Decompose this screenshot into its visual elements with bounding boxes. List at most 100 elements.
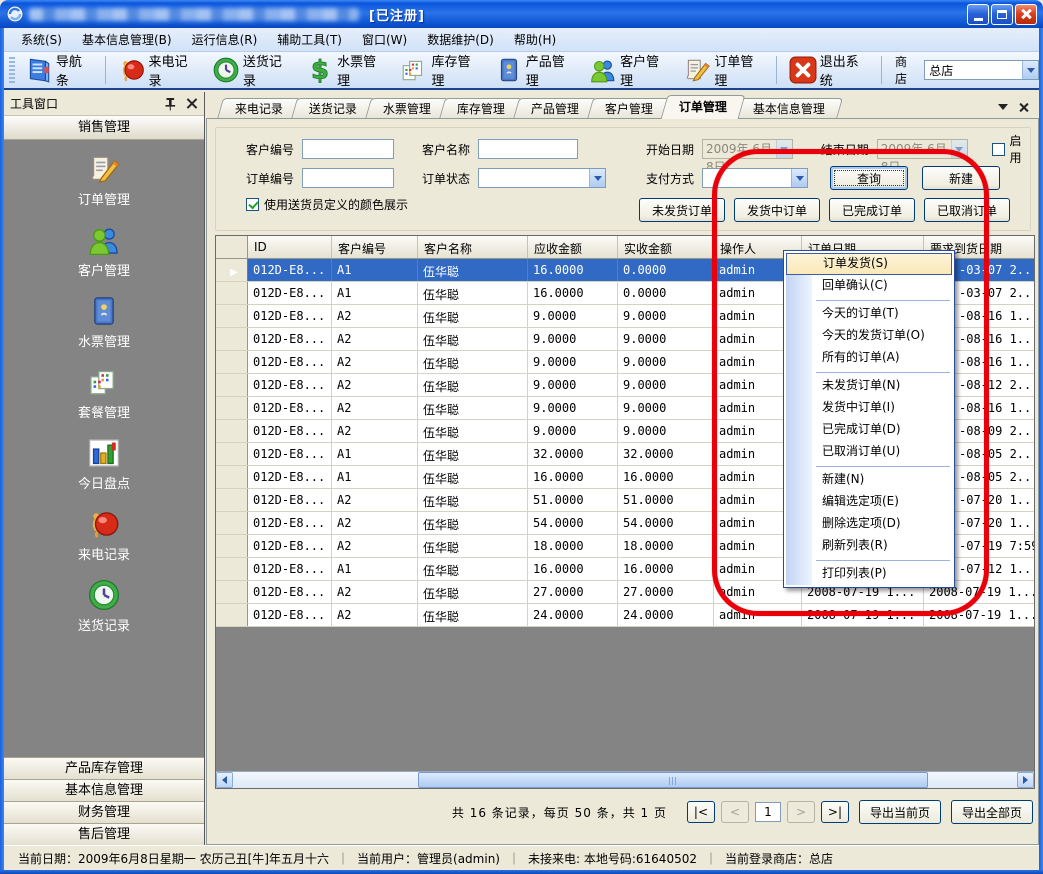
scrollbar-track[interactable] bbox=[233, 772, 1017, 788]
export-current-page-button[interactable]: 导出当前页 bbox=[859, 800, 941, 824]
context-menu-item-12[interactable]: 新建(N) bbox=[786, 469, 952, 491]
table-cell[interactable]: 伍华聪 bbox=[418, 259, 528, 281]
tab-6[interactable]: 订单管理 bbox=[661, 95, 746, 119]
row-selector-cell[interactable] bbox=[216, 581, 248, 603]
table-cell[interactable]: 伍华聪 bbox=[418, 374, 528, 396]
order-status-combo[interactable] bbox=[478, 168, 606, 188]
menu-item-3[interactable]: 辅助工具(T) bbox=[268, 28, 351, 51]
prev-page-button[interactable]: < bbox=[721, 801, 749, 823]
minimize-button[interactable] bbox=[967, 4, 989, 25]
table-cell[interactable]: 012D-E8... bbox=[248, 305, 332, 327]
table-cell[interactable]: 伍华聪 bbox=[418, 443, 528, 465]
context-menu-item-17[interactable]: 打印列表(P) bbox=[786, 563, 952, 585]
table-cell[interactable]: 9.0000 bbox=[528, 374, 618, 396]
last-page-button[interactable]: >| bbox=[821, 801, 849, 823]
context-menu-item-3[interactable]: 今天的订单(T) bbox=[786, 303, 952, 325]
status-filter-button-0[interactable]: 未发货订单 bbox=[639, 198, 725, 222]
row-selector-cell[interactable] bbox=[216, 282, 248, 304]
customer-no-input[interactable] bbox=[302, 139, 394, 159]
tab-3[interactable]: 库存管理 bbox=[439, 98, 523, 119]
table-cell[interactable]: admin bbox=[714, 604, 802, 626]
sidebar-group-sales[interactable]: 销售管理 bbox=[4, 116, 204, 140]
chevron-down-icon[interactable] bbox=[951, 140, 967, 158]
row-selector-cell[interactable] bbox=[216, 305, 248, 327]
table-cell[interactable]: 012D-E8... bbox=[248, 581, 332, 603]
table-cell[interactable]: 9.0000 bbox=[618, 420, 714, 442]
tab-7[interactable]: 基本信息管理 bbox=[735, 98, 843, 119]
context-menu-item-0[interactable]: 订单发货(S) bbox=[786, 253, 952, 275]
context-menu-item-8[interactable]: 发货中订单(I) bbox=[786, 397, 952, 419]
table-cell[interactable]: 24.0000 bbox=[618, 604, 714, 626]
menu-item-0[interactable]: 系统(S) bbox=[12, 28, 71, 51]
sidebar-item-2[interactable]: 水票管理 bbox=[34, 294, 174, 350]
table-cell[interactable]: 伍华聪 bbox=[418, 420, 528, 442]
toolbar-button-clock[interactable]: 送货记录 bbox=[205, 54, 299, 86]
shop-combo[interactable]: 总店 bbox=[924, 60, 1039, 80]
table-cell[interactable]: A2 bbox=[332, 397, 418, 419]
sidebar-group-0[interactable]: 产品库存管理 bbox=[4, 757, 204, 779]
table-cell[interactable]: A1 bbox=[332, 443, 418, 465]
row-selector-cell[interactable] bbox=[216, 558, 248, 580]
table-cell[interactable]: 18.0000 bbox=[528, 535, 618, 557]
row-selector-cell[interactable] bbox=[216, 328, 248, 350]
menu-item-6[interactable]: 帮助(H) bbox=[505, 28, 565, 51]
tab-1[interactable]: 送货记录 bbox=[291, 98, 375, 119]
table-cell[interactable]: 32.0000 bbox=[528, 443, 618, 465]
table-cell[interactable]: 伍华聪 bbox=[418, 535, 528, 557]
toolbar-grip[interactable] bbox=[9, 57, 15, 83]
table-cell[interactable]: 伍华聪 bbox=[418, 512, 528, 534]
table-cell[interactable]: A1 bbox=[332, 282, 418, 304]
context-menu-item-15[interactable]: 刷新列表(R) bbox=[786, 535, 952, 557]
table-cell[interactable]: 伍华聪 bbox=[418, 328, 528, 350]
query-button[interactable]: 查询 bbox=[830, 166, 908, 190]
table-cell[interactable]: A2 bbox=[332, 328, 418, 350]
first-page-button[interactable]: |< bbox=[687, 801, 715, 823]
status-filter-button-1[interactable]: 发货中订单 bbox=[734, 198, 820, 222]
tab-2[interactable]: 水票管理 bbox=[365, 98, 449, 119]
end-date-picker[interactable]: 2009年 6月 8日 bbox=[877, 139, 968, 159]
table-cell[interactable]: A1 bbox=[332, 466, 418, 488]
table-cell[interactable]: 32.0000 bbox=[618, 443, 714, 465]
table-cell[interactable]: 012D-E8... bbox=[248, 397, 332, 419]
scroll-right-icon[interactable] bbox=[1017, 772, 1034, 788]
table-cell[interactable]: 012D-E8... bbox=[248, 374, 332, 396]
table-cell[interactable]: A2 bbox=[332, 351, 418, 373]
sidebar-item-1[interactable]: 客户管理 bbox=[34, 223, 174, 279]
table-cell[interactable]: 012D-E8... bbox=[248, 604, 332, 626]
table-cell[interactable]: 9.0000 bbox=[528, 305, 618, 327]
context-menu-item-10[interactable]: 已取消订单(U) bbox=[786, 441, 952, 463]
table-cell[interactable]: A2 bbox=[332, 420, 418, 442]
menu-item-4[interactable]: 窗口(W) bbox=[353, 28, 416, 51]
table-cell[interactable]: 54.0000 bbox=[528, 512, 618, 534]
table-cell[interactable]: 9.0000 bbox=[618, 328, 714, 350]
table-cell[interactable]: 伍华聪 bbox=[418, 581, 528, 603]
table-cell[interactable]: A2 bbox=[332, 374, 418, 396]
column-header-0[interactable]: ID bbox=[248, 236, 332, 258]
horizontal-scrollbar[interactable] bbox=[216, 771, 1034, 788]
menu-item-5[interactable]: 数据维护(D) bbox=[418, 28, 503, 51]
tool-window-close-icon[interactable] bbox=[185, 97, 198, 110]
table-cell[interactable]: 16.0000 bbox=[528, 259, 618, 281]
table-cell[interactable]: 伍华聪 bbox=[418, 604, 528, 626]
table-cell[interactable]: 9.0000 bbox=[528, 397, 618, 419]
export-all-pages-button[interactable]: 导出全部页 bbox=[951, 800, 1033, 824]
table-cell[interactable]: A2 bbox=[332, 604, 418, 626]
toolbar-button-exit[interactable]: 退出系统 bbox=[782, 54, 876, 86]
context-menu-item-5[interactable]: 所有的订单(A) bbox=[786, 347, 952, 369]
table-cell[interactable]: 16.0000 bbox=[618, 558, 714, 580]
table-cell[interactable]: 012D-E8... bbox=[248, 420, 332, 442]
sidebar-item-0[interactable]: 订单管理 bbox=[34, 152, 174, 208]
row-selector-cell[interactable] bbox=[216, 604, 248, 626]
color-display-checkbox[interactable] bbox=[246, 198, 259, 211]
table-cell[interactable]: 012D-E8... bbox=[248, 351, 332, 373]
page-number-input[interactable] bbox=[755, 802, 781, 822]
table-cell[interactable]: 9.0000 bbox=[618, 351, 714, 373]
column-header-1[interactable]: 客户编号 bbox=[332, 236, 418, 258]
column-header-3[interactable]: 应收金额 bbox=[528, 236, 618, 258]
row-selector-cell[interactable] bbox=[216, 535, 248, 557]
sidebar-group-3[interactable]: 售后管理 bbox=[4, 823, 204, 845]
context-menu-item-4[interactable]: 今天的发货订单(O) bbox=[786, 325, 952, 347]
tab-close-icon[interactable] bbox=[1018, 102, 1029, 113]
next-page-button[interactable]: > bbox=[787, 801, 815, 823]
table-cell[interactable]: 012D-E8... bbox=[248, 259, 332, 281]
